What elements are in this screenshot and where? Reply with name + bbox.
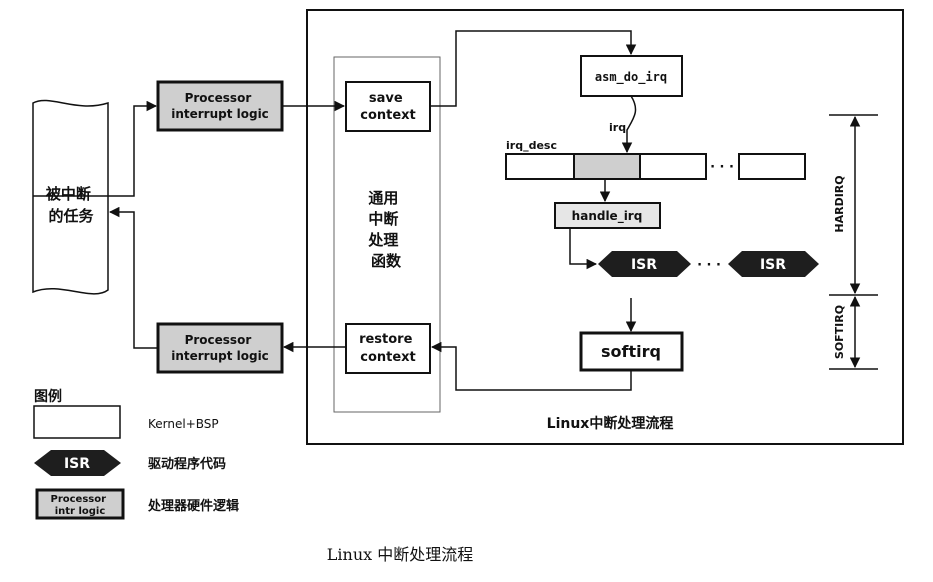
arrow-processor-to-task	[108, 206, 158, 349]
diagram-canvas: 被中断 的任务 Processor interrupt logic Proces…	[32, 9, 904, 564]
restore-line-1: restore	[359, 332, 413, 347]
irq-desc-cell-last	[738, 153, 806, 180]
processor-logic-top	[156, 80, 284, 132]
generic-line-4: 函数	[371, 252, 402, 270]
save-line-1: save	[369, 91, 403, 106]
processor-bottom-line-1: Processor	[185, 333, 252, 347]
processor-bottom-line-2: interrupt logic	[171, 349, 269, 363]
legend-isr-shape-label: ISR	[64, 456, 90, 472]
legend-isr-text: 驱动程序代码	[148, 456, 226, 472]
asm-do-irq-label: asm_do_irq	[595, 70, 667, 85]
processor-top-line-2: interrupt logic	[171, 107, 269, 121]
hardirq-side-label: HARDIRQ	[833, 175, 846, 232]
arrow-asm-to-desc	[621, 95, 637, 154]
panel-caption: Linux中断处理流程	[547, 415, 674, 432]
save-line-2: context	[360, 108, 416, 123]
isr-1-label: ISR	[631, 257, 657, 273]
softirq-label: softirq	[601, 342, 661, 361]
irq-desc-ellipsis: · · ·	[710, 160, 734, 175]
generic-line-2: 中断	[368, 210, 398, 228]
generic-handler-label: 通用 中断 处理 函数	[367, 189, 403, 270]
irq-desc-cell-3	[639, 153, 707, 180]
processor-top-line-1: Processor	[185, 91, 252, 105]
handle-irq-label: handle_irq	[572, 209, 643, 224]
task-label-line-2: 的任务	[48, 207, 94, 225]
arrow-task-to-processor	[33, 100, 158, 197]
legend-title: 图例	[34, 388, 62, 405]
interrupt-flow-diagram: 被中断 的任务 Processor interrupt logic Proces…	[0, 0, 933, 577]
irq-desc-cell-1	[505, 153, 575, 180]
legend-processor-shape-label: Processor intr logic	[50, 494, 109, 517]
legend-kernel-swatch	[33, 405, 121, 439]
irq-desc-label: irq_desc	[506, 139, 557, 152]
figure-caption: Linux 中断处理流程	[327, 545, 473, 564]
legend-kernel-text: Kernel+BSP	[148, 417, 219, 431]
legend-processor-text: 处理器硬件逻辑	[147, 498, 239, 514]
irq-desc-cell-active	[573, 153, 641, 180]
generic-line-3: 处理	[367, 231, 398, 249]
restore-line-2: context	[360, 350, 416, 365]
arrow-handle-to-isr	[569, 228, 598, 270]
generic-line-1: 通用	[368, 189, 398, 207]
irq-arrow-label: irq	[609, 121, 626, 134]
legend-proc-line-1: Processor	[50, 494, 106, 505]
processor-logic-bottom	[156, 322, 284, 374]
softirq-side-label: SOFTIRQ	[833, 305, 846, 359]
task-label: 被中断 的任务	[46, 185, 96, 225]
task-label-line-1: 被中断	[46, 185, 91, 203]
save-context-box	[345, 81, 431, 132]
isr-2-label: ISR	[760, 257, 786, 273]
legend-proc-line-2: intr logic	[55, 506, 106, 517]
isr-ellipsis: · · ·	[697, 258, 721, 273]
